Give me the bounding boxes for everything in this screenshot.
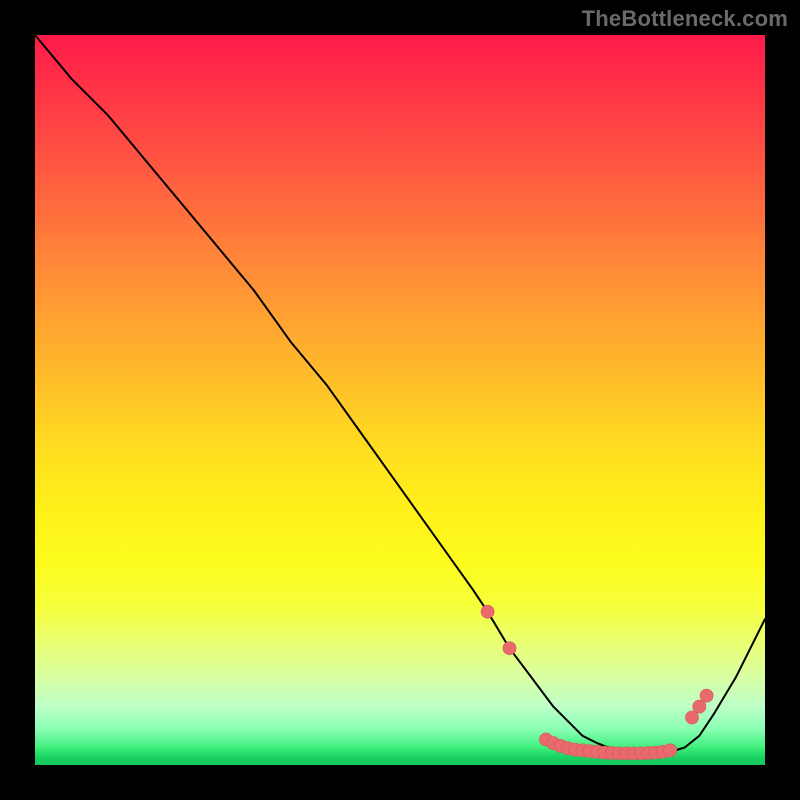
curve-marker [481, 605, 494, 618]
curve-marker [503, 642, 516, 655]
chart-svg [35, 35, 765, 765]
plot-area [35, 35, 765, 765]
curve-marker [693, 700, 706, 713]
chart-container: TheBottleneck.com [0, 0, 800, 800]
curve-marker [664, 744, 677, 757]
curve-marker [685, 711, 698, 724]
bottleneck-curve [35, 35, 765, 753]
watermark-text: TheBottleneck.com [582, 6, 788, 32]
curve-marker [700, 689, 713, 702]
